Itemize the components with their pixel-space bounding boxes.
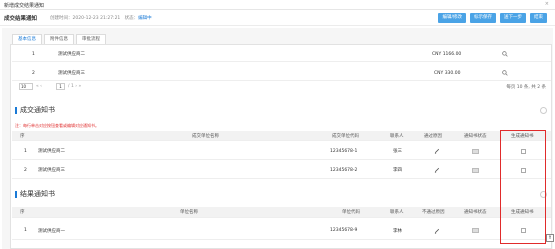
generate-checkbox[interactable]	[521, 222, 526, 239]
row-number: 1	[24, 228, 27, 233]
col-unit-code: 成交单位代码	[332, 133, 359, 139]
result-section-label: 结果通知书	[20, 190, 55, 198]
edit-reason-icon[interactable]	[434, 222, 440, 239]
supplier-amount: CNY 330.00	[434, 70, 461, 76]
table-header: 序 单位名称 单位代码 联系人 不通过原因 通知书状态 生成通知书	[12, 207, 551, 218]
contact: 李四	[393, 168, 402, 173]
col-no: 序	[20, 133, 25, 139]
edit-button[interactable]: 编辑/修改	[438, 13, 466, 23]
notice-doc-icon[interactable]	[472, 143, 479, 159]
col-reject-reason: 不通过原因	[422, 210, 445, 215]
tab-basic-info[interactable]: 基本信息	[12, 34, 42, 44]
main-panel: 基本信息 附件信息 审批流程 1 测试供应商二 CNY 1166.00 2 测试…	[2, 28, 553, 249]
page-header: 成交结果通知 创建时间：2020-12-23 21:27:21 状态：编辑中 编…	[0, 10, 555, 26]
pager-total: 每页 10 条, 共 2 条	[506, 85, 546, 90]
unit-code: 12345678-9	[330, 228, 358, 233]
created-label: 创建时间：	[50, 16, 73, 21]
scroll-top-icon[interactable]: ⇑	[546, 234, 554, 242]
page-title: 成交结果通知	[4, 16, 38, 22]
col-generate: 生成通知书	[511, 210, 534, 215]
col-no: 序	[20, 210, 25, 215]
award-section-title: 成交通知书	[15, 105, 55, 115]
status-label: 状态：	[124, 16, 139, 21]
close-icon[interactable]: ×	[545, 1, 549, 7]
col-reason: 通过原因	[424, 133, 442, 139]
generate-checkbox[interactable]	[521, 162, 526, 178]
unit-name: 测试供应商一	[38, 228, 65, 234]
page-size-select[interactable]: 10	[19, 83, 33, 90]
col-contact: 联系人	[390, 210, 404, 215]
supplier-amount: CNY 1166.00	[432, 51, 462, 57]
collapse-icon[interactable]	[540, 107, 547, 114]
unit-code: 12345678-2	[330, 167, 358, 173]
col-notice-status: 通知书状态	[464, 133, 487, 139]
pager-next[interactable]: / 1 › »	[68, 84, 81, 89]
tab-bar: 基本信息 附件信息 审批流程	[12, 34, 108, 44]
section-marker	[15, 190, 17, 198]
generate-checkbox[interactable]	[521, 143, 526, 159]
edit-reason-icon[interactable]	[434, 162, 440, 178]
contact: 李林	[393, 228, 402, 234]
header-actions: 编辑/修改 标示保存 送下一步 结束	[438, 13, 547, 23]
edit-reason-icon[interactable]	[434, 143, 440, 159]
contact: 张三	[393, 149, 402, 154]
finish-button[interactable]: 结束	[530, 13, 547, 23]
result-section-title: 结果通知书	[15, 189, 55, 199]
notice-doc-icon[interactable]	[472, 162, 479, 178]
pager-prev[interactable]: « ‹	[36, 84, 42, 89]
status-value: 编辑中	[138, 16, 152, 21]
tab-attachments[interactable]: 附件信息	[44, 34, 74, 44]
section-marker	[15, 106, 17, 114]
unit-name: 测试供应商三	[38, 168, 65, 173]
col-unit-name: 成交单位名称	[192, 133, 219, 139]
award-section-label: 成交通知书	[20, 106, 55, 114]
table-header: 序 成交单位名称 成交单位代码 联系人 通过原因 通知书状态 生成通知书	[12, 131, 551, 141]
award-note: 注：每行单击对应按钮查看或编辑对应通知书。	[15, 123, 99, 128]
table-row: 2 测试供应商三 12345678-2 李四	[12, 162, 551, 179]
window-title: 新增成交结果通知	[4, 3, 45, 9]
search-icon[interactable]	[502, 66, 508, 80]
table-row: 2 测试供应商三 CNY 330.00	[12, 66, 551, 81]
collapse-icon[interactable]	[540, 191, 547, 198]
notice-doc-icon[interactable]	[472, 222, 479, 239]
header-meta: 创建时间：2020-12-23 21:27:21 状态：编辑中	[50, 15, 152, 21]
table-row: 1 测试供应商二 CNY 1166.00	[12, 47, 551, 62]
col-contact: 联系人	[390, 133, 404, 139]
page-number-input[interactable]: 1	[56, 83, 65, 90]
col-unit-name: 单位名称	[180, 210, 198, 215]
row-number: 2	[32, 70, 35, 76]
unit-name: 测试供应商二	[38, 149, 65, 154]
table-row: 1 测试供应商一 12345678-9 李林	[12, 222, 551, 240]
pagination: 10 « ‹ 1 / 1 › » 每页 10 条, 共 2 条	[13, 81, 550, 92]
created-value: 2020-12-23 21:27:21	[72, 16, 121, 21]
supplier-name: 测试供应商三	[58, 71, 85, 76]
tab-approval-flow[interactable]: 审批流程	[76, 34, 106, 44]
supplier-name: 测试供应商二	[58, 52, 85, 57]
table-row: 1 测试供应商二 12345678-1 张三	[12, 143, 551, 160]
save-button[interactable]: 标示保存	[470, 13, 496, 23]
search-icon[interactable]	[502, 47, 508, 61]
unit-code: 12345678-1	[330, 148, 358, 154]
tab-content: 1 测试供应商二 CNY 1166.00 2 测试供应商三 CNY 330.00…	[10, 44, 552, 249]
window-titlebar: 新增成交结果通知 ×	[0, 0, 555, 10]
row-number: 1	[32, 51, 35, 57]
col-notice-status: 通知书状态	[464, 210, 487, 215]
col-unit-code: 单位代码	[342, 210, 360, 215]
next-step-button[interactable]: 送下一步	[500, 13, 526, 23]
row-number: 1	[24, 148, 27, 154]
col-generate: 生成通知书	[511, 133, 534, 139]
row-number: 2	[24, 167, 27, 173]
